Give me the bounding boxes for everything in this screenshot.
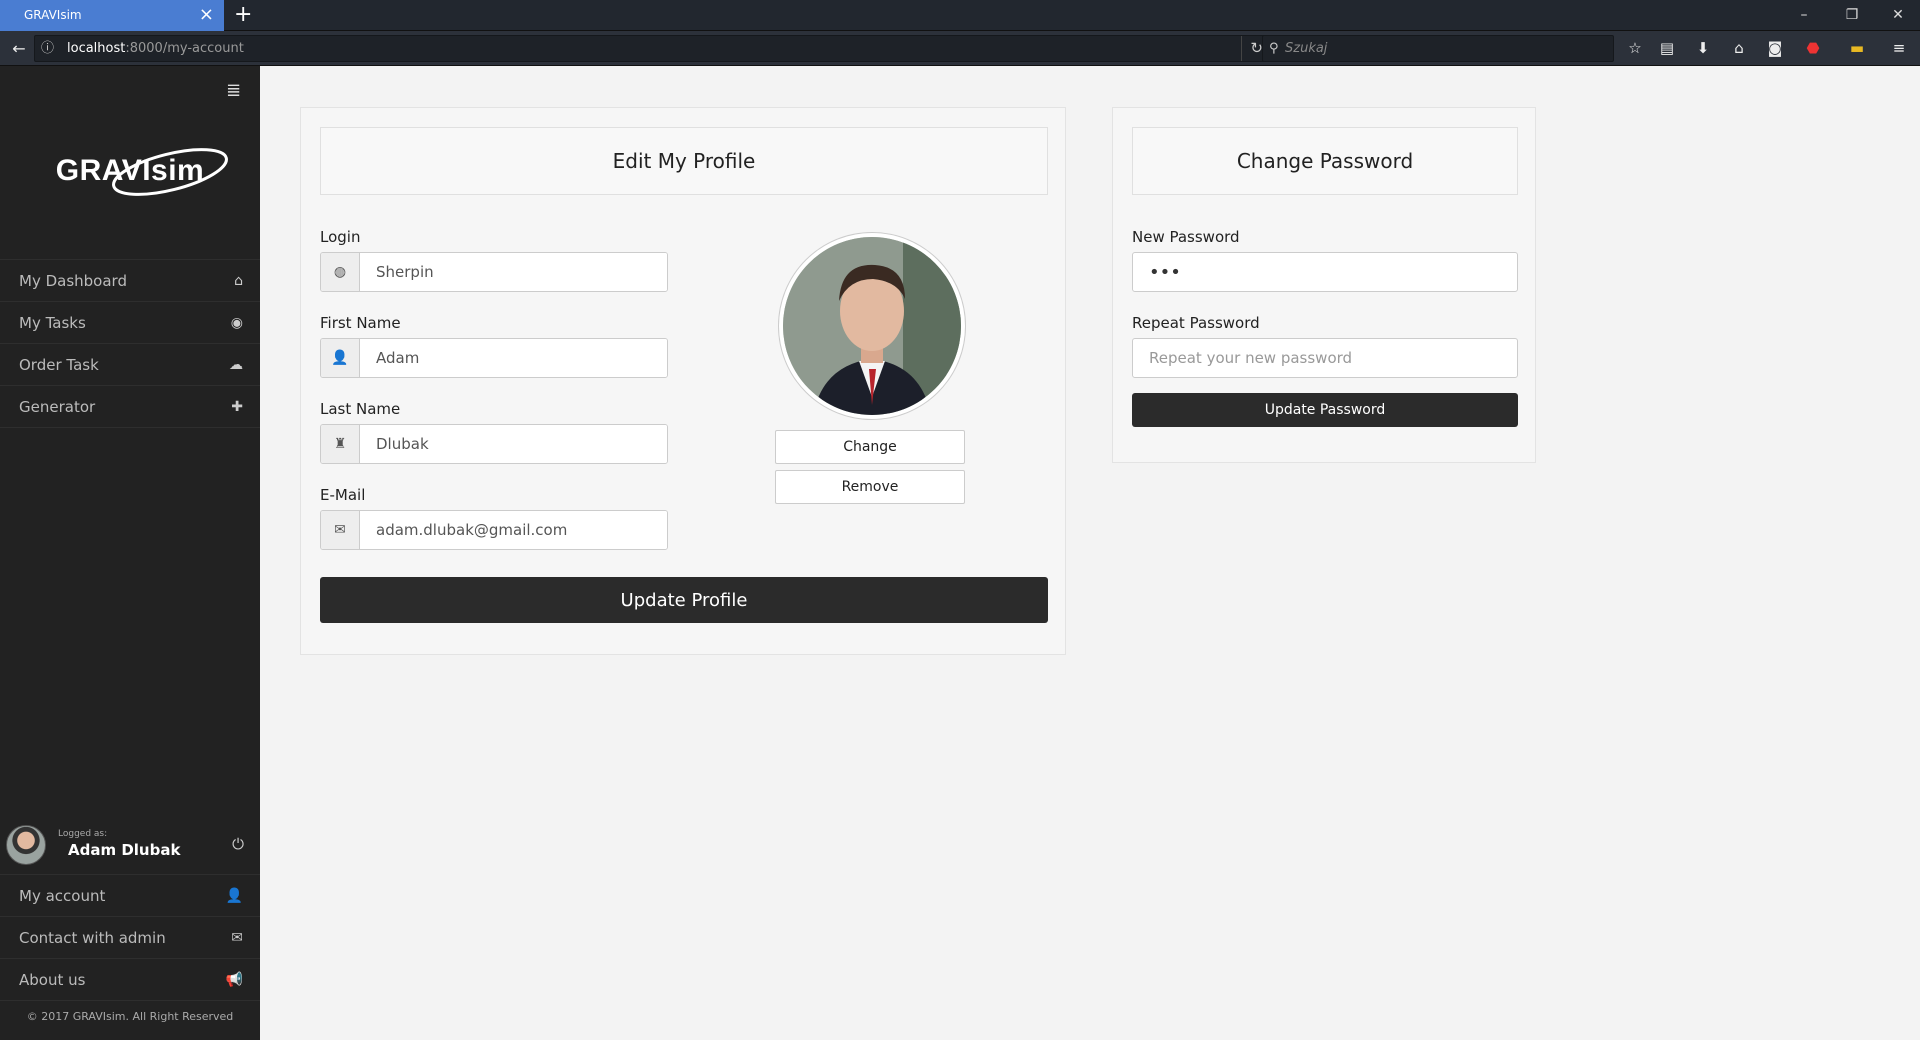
- reload-icon[interactable]: ↻: [1241, 36, 1263, 61]
- change-password-panel: Change Password New Password Repeat Pass…: [1112, 107, 1536, 463]
- minimize-icon[interactable]: –: [1782, 0, 1826, 31]
- search-icon: ⚲: [1269, 41, 1279, 56]
- sidebar-item-label: Contact with admin: [19, 929, 166, 947]
- browser-nav-bar: ← ⓘ localhost:8000/my-account ↻ ⚲ ☆ ▤ ⬇ …: [0, 31, 1920, 66]
- sidebar-menu: My Dashboard ⌂ My Tasks ◉ Order Task ☁ G…: [0, 259, 260, 428]
- adblock-icon[interactable]: ⬣: [1798, 31, 1828, 66]
- extension-icon[interactable]: ▬: [1842, 31, 1872, 66]
- sidebar-item-contact[interactable]: Contact with admin ✉: [0, 917, 260, 959]
- sidebar-item-my-account[interactable]: My account 👤: [0, 875, 260, 917]
- url-text: localhost:8000/my-account: [67, 36, 244, 61]
- new-password-input[interactable]: [1132, 252, 1518, 292]
- restore-icon[interactable]: ❐: [1830, 0, 1874, 31]
- user-icon: 👤: [225, 888, 243, 904]
- last-name-input-group: ♜: [320, 424, 668, 464]
- last-name-input[interactable]: [360, 425, 667, 463]
- close-window-icon[interactable]: ✕: [1876, 0, 1920, 31]
- update-password-button[interactable]: Update Password: [1132, 393, 1518, 427]
- logo: GRAVIsim: [0, 148, 260, 196]
- logo-text: GRAVIsim: [55, 154, 205, 187]
- sidebar-item-tasks[interactable]: My Tasks ◉: [0, 302, 260, 344]
- new-password-label: New Password: [1132, 228, 1240, 246]
- megaphone-icon: 📢: [225, 972, 243, 988]
- edit-profile-panel: Edit My Profile Login ◍ First Name 👤 Las…: [300, 107, 1066, 655]
- sidebar-item-about[interactable]: About us 📢: [0, 959, 260, 1001]
- tab-close-icon[interactable]: ×: [199, 0, 214, 30]
- browser-tab-bar: GRAVIsim × + – ❐ ✕: [0, 0, 1920, 31]
- repeat-password-label: Repeat Password: [1132, 314, 1260, 332]
- last-name-label: Last Name: [320, 400, 401, 418]
- sidebar-item-label: Order Task: [19, 356, 99, 374]
- sidebar-item-label: My Dashboard: [19, 272, 127, 290]
- home-icon: ⌂: [234, 273, 243, 289]
- pocket-icon[interactable]: ◙: [1760, 31, 1790, 66]
- url-bar[interactable]: ⓘ localhost:8000/my-account ↻: [34, 35, 1272, 62]
- new-tab-button[interactable]: +: [234, 0, 252, 30]
- main-content: Edit My Profile Login ◍ First Name 👤 Las…: [260, 66, 1920, 1040]
- browser-tab[interactable]: GRAVIsim ×: [0, 0, 224, 31]
- sidebar-item-generator[interactable]: Generator ✚: [0, 386, 260, 428]
- search-input[interactable]: [1285, 39, 1605, 58]
- envelope-icon: ✉: [231, 930, 243, 946]
- first-name-input[interactable]: [360, 339, 667, 377]
- url-path: :8000/my-account: [125, 41, 244, 56]
- logout-icon[interactable]: ⏻: [232, 835, 244, 853]
- first-name-label: First Name: [320, 314, 401, 332]
- email-field[interactable]: [360, 511, 667, 549]
- globe-icon: ◍: [321, 253, 360, 291]
- sidebar-item-dashboard[interactable]: My Dashboard ⌂: [0, 260, 260, 302]
- search-bar[interactable]: ⚲: [1262, 35, 1614, 62]
- download-icon[interactable]: ⬇: [1688, 31, 1718, 66]
- sidebar-item-label: My Tasks: [19, 314, 86, 332]
- login-label: Login: [320, 228, 361, 246]
- repeat-password-input[interactable]: [1132, 338, 1518, 378]
- bookmark-star-icon[interactable]: ☆: [1620, 31, 1650, 66]
- edit-profile-title: Edit My Profile: [320, 127, 1048, 195]
- login-input-group: ◍: [320, 252, 668, 292]
- tower-icon: ♜: [321, 425, 360, 463]
- first-name-input-group: 👤: [320, 338, 668, 378]
- sidebar-item-label: About us: [19, 971, 86, 989]
- user-name: Adam Dlubak: [68, 841, 181, 859]
- plus-icon: ✚: [231, 399, 243, 415]
- sidebar-item-label: My account: [19, 887, 106, 905]
- sidebar-item-order-task[interactable]: Order Task ☁: [0, 344, 260, 386]
- home-icon[interactable]: ⌂: [1724, 31, 1754, 66]
- cloud-upload-icon: ☁: [229, 357, 243, 373]
- change-photo-button[interactable]: Change: [775, 430, 965, 464]
- back-icon[interactable]: ←: [6, 31, 32, 66]
- envelope-icon: ✉: [321, 511, 360, 549]
- sidebar: ≣ GRAVIsim My Dashboard ⌂ My Tasks ◉ Ord…: [0, 66, 260, 1040]
- site-info-icon[interactable]: ⓘ: [41, 36, 54, 61]
- reading-list-icon[interactable]: ▤: [1652, 31, 1682, 66]
- eye-icon: ◉: [230, 315, 243, 331]
- tab-title: GRAVIsim: [24, 8, 82, 22]
- update-profile-button[interactable]: Update Profile: [320, 577, 1048, 623]
- email-input-group: ✉: [320, 510, 668, 550]
- sidebar-item-label: Generator: [19, 398, 96, 416]
- remove-photo-button[interactable]: Remove: [775, 470, 965, 504]
- copyright: © 2017 GRAVIsim. All Right Reserved: [26, 1010, 234, 1023]
- change-password-title: Change Password: [1132, 127, 1518, 195]
- user-icon: 👤: [321, 339, 360, 377]
- profile-photo-image: [783, 237, 961, 415]
- profile-photo: [779, 233, 965, 419]
- avatar: [6, 825, 46, 865]
- url-host: localhost: [67, 41, 126, 56]
- menu-icon[interactable]: ≡: [1884, 31, 1914, 66]
- email-label: E-Mail: [320, 486, 366, 504]
- sidebar-toggle-icon[interactable]: ≣: [226, 80, 241, 101]
- logged-user: Logged as: Adam Dlubak ⏻: [0, 819, 260, 874]
- sidebar-bottom-menu: My account 👤 Contact with admin ✉ About …: [0, 874, 260, 1001]
- login-input[interactable]: [360, 253, 667, 291]
- logged-as-label: Logged as:: [58, 829, 108, 839]
